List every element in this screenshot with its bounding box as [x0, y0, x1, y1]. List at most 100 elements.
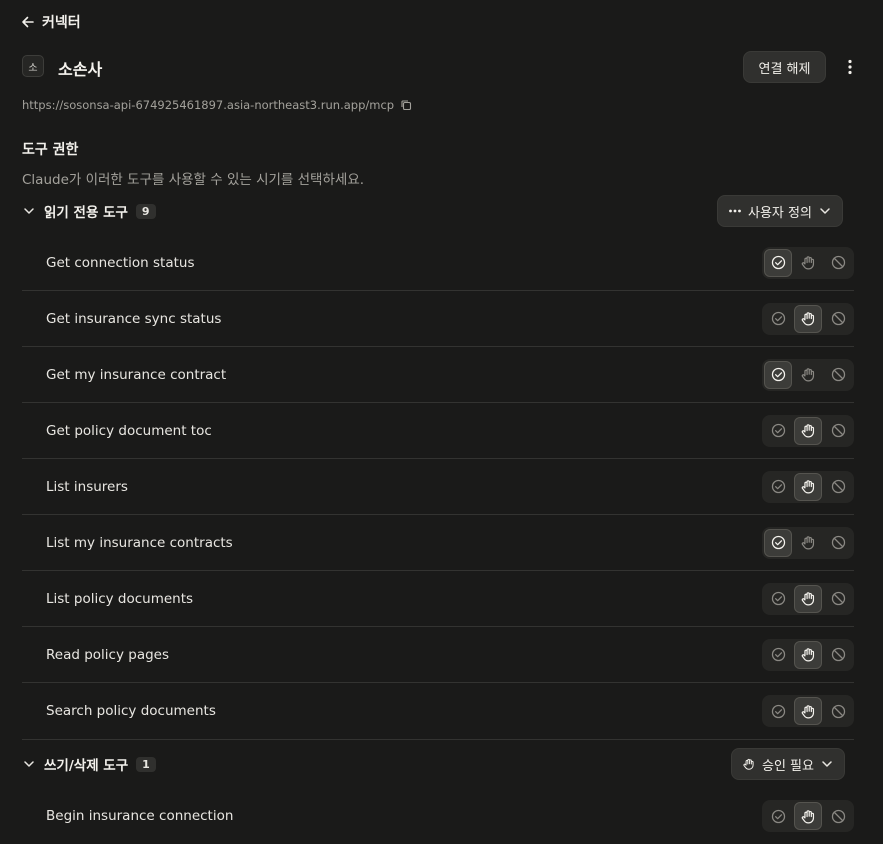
block-icon [831, 704, 845, 718]
permission-toggle [762, 358, 854, 391]
permission-toggle [762, 695, 854, 727]
check-circle-icon [771, 704, 785, 718]
permission-toggle [762, 800, 854, 832]
more-horizontal-icon [729, 209, 741, 213]
hand-icon [801, 648, 814, 662]
chevron-down-icon[interactable] [22, 204, 36, 218]
always-allow-button[interactable] [764, 641, 792, 669]
check-circle-icon [771, 367, 785, 382]
hand-icon [801, 256, 814, 270]
tool-row: Get policy document toc [22, 403, 854, 459]
always-allow-button[interactable] [764, 305, 792, 333]
always-allow-button[interactable] [764, 585, 792, 613]
tool-row: Get connection status [22, 235, 854, 291]
check-circle-icon [771, 479, 785, 494]
ask-approval-button[interactable] [794, 249, 822, 277]
ask-approval-button[interactable] [794, 640, 822, 669]
connector-url-row: https://sosonsa-api-674925461897.asia-no… [22, 98, 412, 112]
block-button[interactable] [824, 802, 852, 830]
block-button[interactable] [824, 305, 852, 333]
check-circle-icon [771, 809, 785, 823]
copy-icon[interactable] [400, 99, 412, 111]
read-only-group-header[interactable]: 읽기 전용 도구 9 [22, 201, 156, 221]
permission-toggle [762, 246, 854, 279]
ask-approval-button[interactable] [794, 361, 822, 389]
ask-approval-button[interactable] [794, 472, 822, 501]
always-allow-button[interactable] [764, 417, 792, 445]
tool-row: Get insurance sync status [22, 291, 854, 347]
hand-icon [801, 368, 814, 382]
connector-url: https://sosonsa-api-674925461897.asia-no… [22, 98, 395, 112]
block-icon [831, 255, 845, 270]
tool-row: List policy documents [22, 571, 854, 627]
ask-approval-button[interactable] [794, 416, 822, 445]
check-circle-icon [771, 311, 785, 326]
always-allow-button[interactable] [764, 360, 792, 389]
tool-name: List policy documents [46, 590, 194, 607]
permissions-title: 도구 권한 [22, 142, 79, 158]
tool-name: Get connection status [46, 254, 195, 271]
block-icon [831, 809, 845, 823]
always-allow-button[interactable] [764, 248, 792, 277]
chevron-down-icon [822, 761, 832, 767]
block-button[interactable] [824, 249, 852, 277]
tool-row: Search policy documents [22, 683, 854, 739]
arrow-left-icon [22, 16, 34, 28]
tool-row: Get my insurance contract [22, 347, 854, 403]
disconnect-button[interactable]: 연결 해제 [743, 51, 826, 83]
block-button[interactable] [824, 417, 852, 445]
tool-row: Begin insurance connection [22, 788, 854, 844]
ask-approval-button[interactable] [794, 529, 822, 557]
connector-name: 소손사 [58, 60, 103, 79]
block-icon [831, 367, 845, 382]
permissions-subtitle: Claude가 이러한 도구를 사용할 수 있는 시기를 선택하세요. [22, 172, 365, 188]
block-button[interactable] [824, 697, 852, 725]
permission-toggle [762, 302, 854, 335]
permission-toggle [762, 414, 854, 447]
hand-icon [801, 536, 814, 550]
always-allow-button[interactable] [764, 473, 792, 501]
check-circle-icon [771, 647, 785, 662]
permission-toggle [762, 638, 854, 671]
block-button[interactable] [824, 641, 852, 669]
ask-approval-button[interactable] [794, 304, 822, 333]
tool-name: Get my insurance contract [46, 366, 227, 383]
block-icon [831, 479, 845, 494]
write-policy-label: 승인 필요 [762, 758, 814, 774]
block-icon [831, 311, 845, 326]
group-divider [22, 739, 854, 740]
tool-row: List insurers [22, 459, 854, 515]
block-icon [831, 535, 845, 550]
ask-approval-button[interactable] [794, 584, 822, 613]
permission-toggle [762, 526, 854, 559]
hand-icon [801, 312, 814, 326]
ask-approval-button[interactable] [794, 802, 822, 830]
tool-name: Get policy document toc [46, 422, 212, 439]
check-circle-icon [771, 255, 785, 270]
write-policy-dropdown[interactable]: 승인 필요 [731, 748, 845, 780]
read-only-group-title: 읽기 전용 도구 [44, 205, 128, 221]
block-button[interactable] [824, 361, 852, 389]
block-button[interactable] [824, 529, 852, 557]
always-allow-button[interactable] [764, 528, 792, 557]
more-options-button[interactable] [840, 56, 860, 78]
read-only-policy-label: 사용자 정의 [748, 205, 812, 221]
chevron-down-icon [820, 208, 830, 214]
block-button[interactable] [824, 473, 852, 501]
always-allow-button[interactable] [764, 697, 792, 725]
read-only-policy-dropdown[interactable]: 사용자 정의 [717, 195, 843, 227]
ask-approval-button[interactable] [794, 697, 822, 725]
write-group-header[interactable]: 쓰기/삭제 도구 1 [22, 754, 156, 774]
tool-name: Get insurance sync status [46, 310, 222, 327]
always-allow-button[interactable] [764, 802, 792, 830]
back-link[interactable]: 커넥터 [20, 12, 81, 32]
tool-name: List insurers [46, 478, 128, 495]
chevron-down-icon[interactable] [22, 757, 36, 771]
hand-icon [801, 424, 814, 438]
hand-icon [743, 758, 754, 770]
tool-name: Search policy documents [46, 703, 216, 719]
block-button[interactable] [824, 585, 852, 613]
permission-toggle [762, 470, 854, 503]
hand-icon [801, 809, 814, 823]
more-vertical-icon [848, 59, 852, 75]
